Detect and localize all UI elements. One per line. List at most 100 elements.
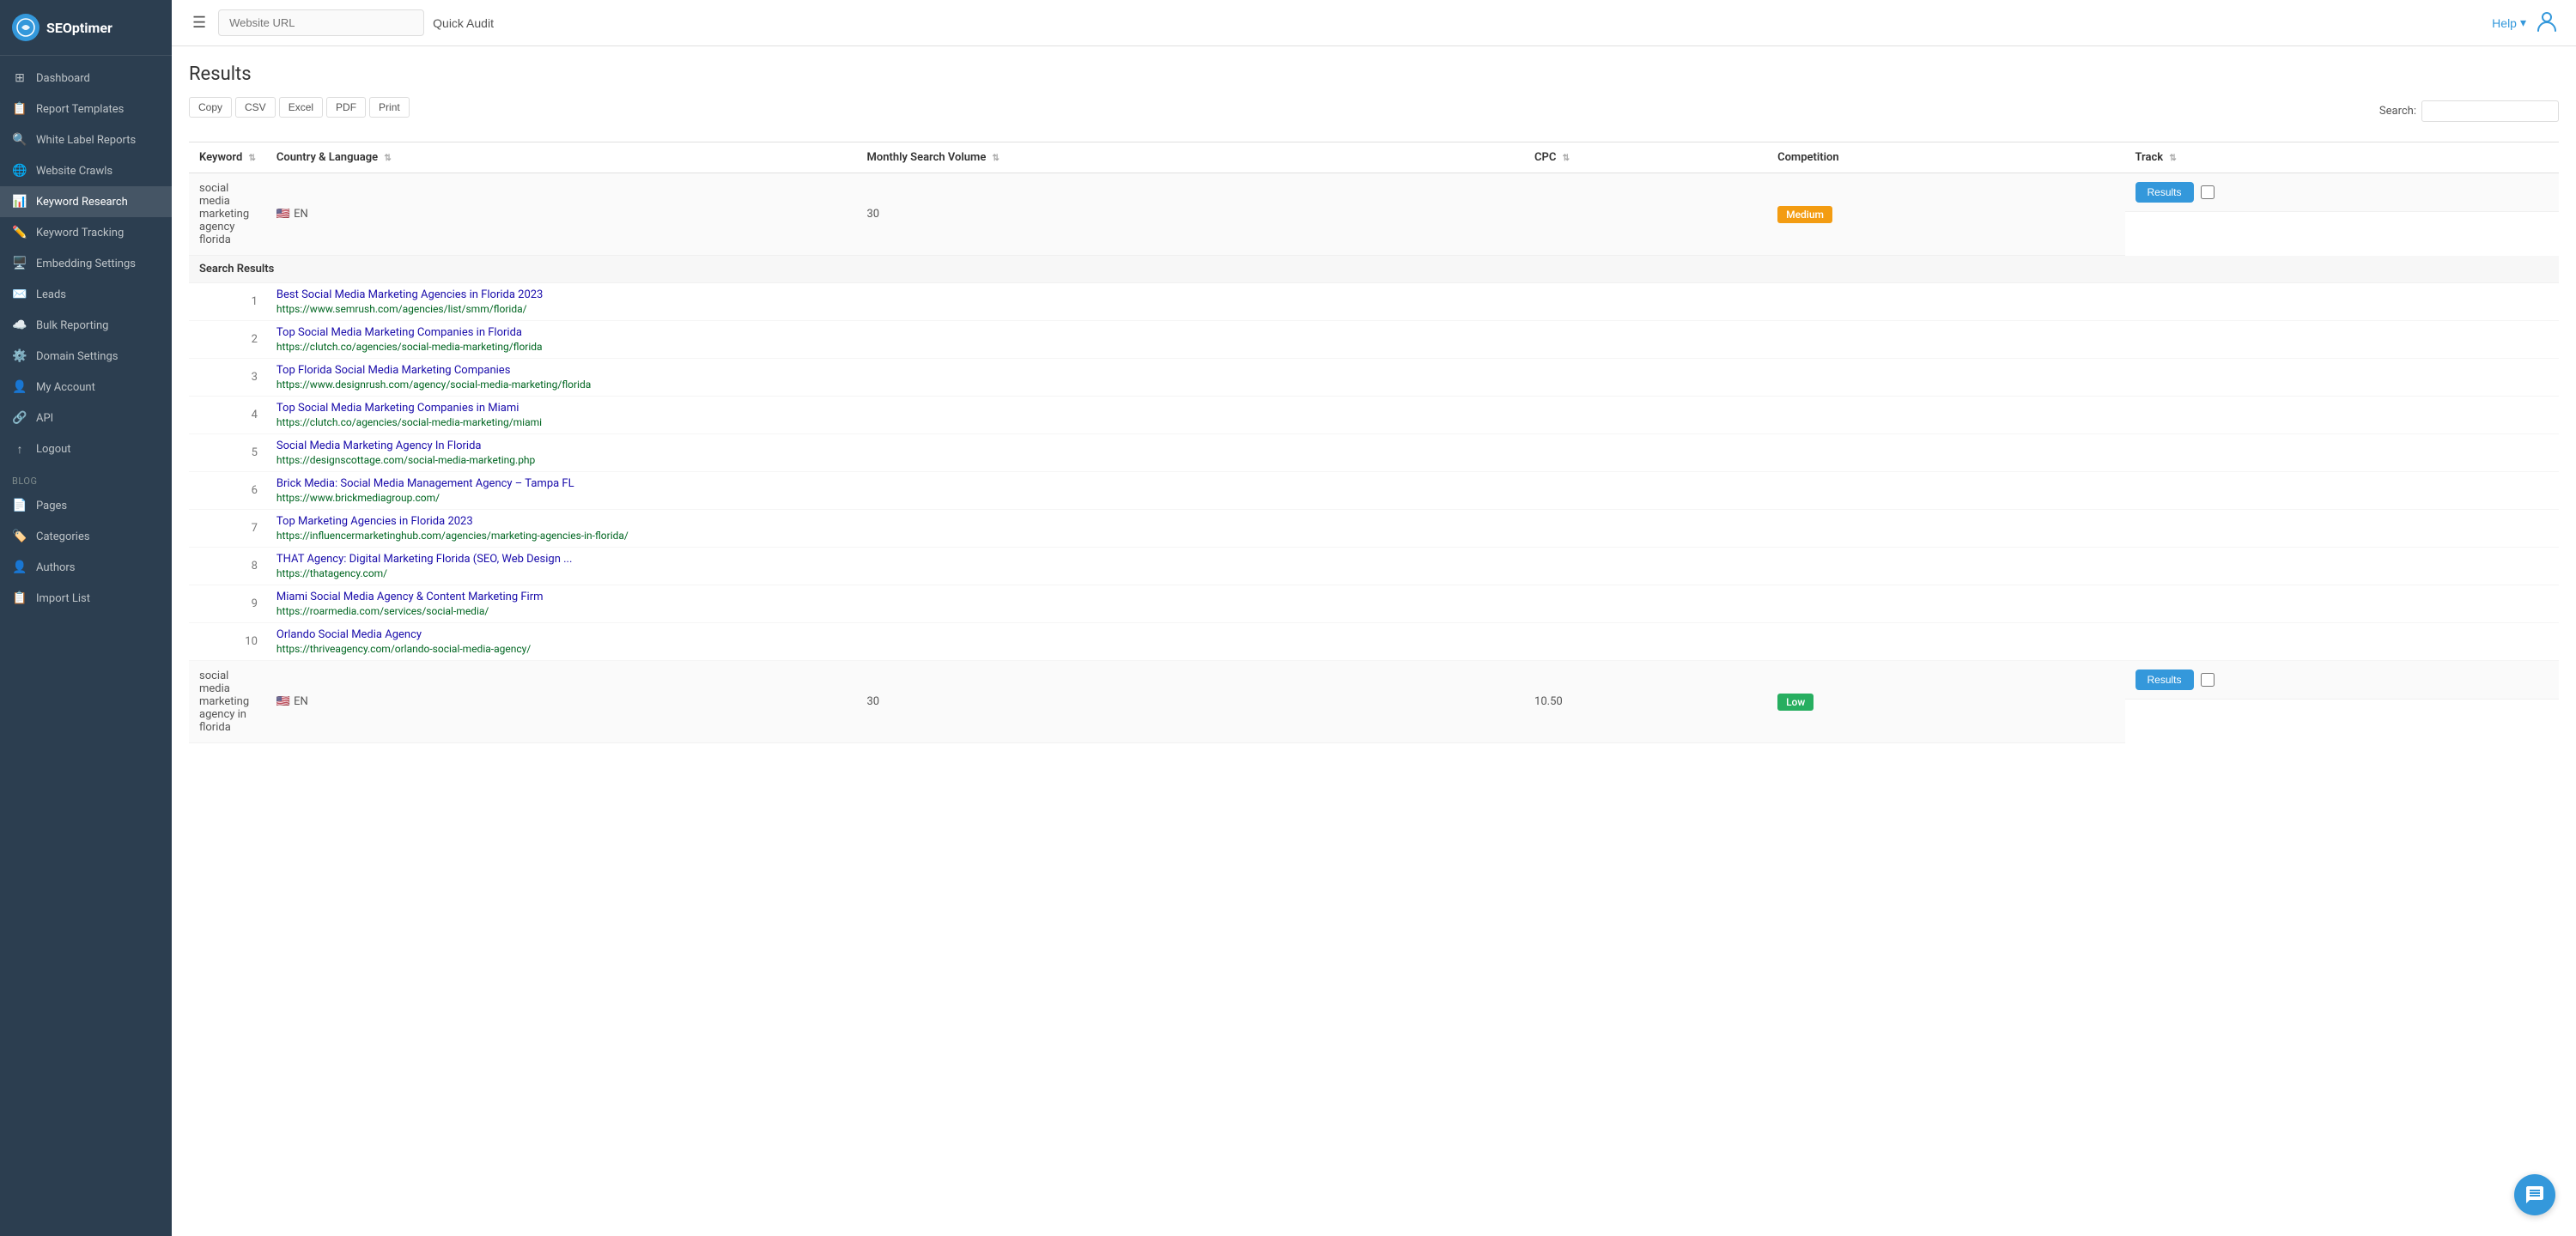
- keyword-cell: social media marketing agency florida: [189, 173, 266, 256]
- search-label: Search:: [2379, 105, 2416, 118]
- col-cpc[interactable]: CPC ⇅: [1524, 142, 1767, 173]
- sidebar-item-domain-settings[interactable]: ⚙️ Domain Settings: [0, 341, 172, 372]
- quick-audit-button[interactable]: Quick Audit: [433, 16, 494, 30]
- search-result-row: 7 Top Marketing Agencies in Florida 2023…: [189, 510, 2559, 548]
- result-content: Top Marketing Agencies in Florida 2023 h…: [266, 510, 2559, 548]
- table-search-input[interactable]: [2421, 100, 2559, 122]
- sidebar-item-dashboard[interactable]: ⊞ Dashboard: [0, 63, 172, 94]
- result-title-link[interactable]: Top Social Media Marketing Companies in …: [276, 402, 2549, 415]
- sidebar-item-website-crawls[interactable]: 🌐 Website Crawls: [0, 155, 172, 186]
- chat-bubble[interactable]: [2514, 1174, 2555, 1215]
- result-number: 10: [189, 623, 266, 661]
- pdf-button[interactable]: PDF: [326, 97, 366, 118]
- sidebar-item-label: Logout: [36, 443, 71, 456]
- sidebar-item-bulk-reporting[interactable]: ☁️ Bulk Reporting: [0, 310, 172, 341]
- result-url-link[interactable]: https://www.designrush.com/agency/social…: [276, 379, 2549, 391]
- result-url-link[interactable]: https://roarmedia.com/services/social-me…: [276, 605, 2549, 617]
- result-content: Social Media Marketing Agency In Florida…: [266, 434, 2559, 472]
- sidebar-item-categories[interactable]: 🏷️ Categories: [0, 521, 172, 552]
- csv-button[interactable]: CSV: [235, 97, 276, 118]
- result-url-link[interactable]: https://www.brickmediagroup.com/: [276, 492, 2549, 504]
- result-url-link[interactable]: https://clutch.co/agencies/social-media-…: [276, 416, 2549, 428]
- result-content: Miami Social Media Agency & Content Mark…: [266, 585, 2559, 623]
- hamburger-button[interactable]: ☰: [189, 10, 210, 35]
- sidebar-item-label: Domain Settings: [36, 350, 118, 363]
- bulk-reporting-icon: ☁️: [12, 318, 27, 332]
- country-sort-icon[interactable]: ⇅: [384, 154, 391, 163]
- cpc-sort-icon[interactable]: ⇅: [1563, 154, 1570, 163]
- result-number: 8: [189, 548, 266, 585]
- result-title-link[interactable]: Social Media Marketing Agency In Florida: [276, 439, 2549, 452]
- sidebar-item-label: Import List: [36, 592, 90, 605]
- track-sort-icon[interactable]: ⇅: [2169, 154, 2176, 163]
- keyword-tracking-icon: ✏️: [12, 226, 27, 239]
- sidebar-item-white-label-reports[interactable]: 🔍 White Label Reports: [0, 124, 172, 155]
- sidebar-item-logout[interactable]: ↑ Logout: [0, 433, 172, 465]
- sidebar-item-leads[interactable]: ✉️ Leads: [0, 279, 172, 310]
- search-result-row: 8 THAT Agency: Digital Marketing Florida…: [189, 548, 2559, 585]
- col-keyword[interactable]: Keyword ⇅: [189, 142, 266, 173]
- result-url-link[interactable]: https://thriveagency.com/orlando-social-…: [276, 643, 2549, 655]
- sidebar-item-import-list[interactable]: 📋 Import List: [0, 583, 172, 614]
- logo-text: SEOptimer: [46, 20, 112, 36]
- sidebar: SEOptimer ⊞ Dashboard 📋 Report Templates…: [0, 0, 172, 1236]
- track-checkbox[interactable]: [2201, 185, 2215, 199]
- competition-cell: Medium: [1767, 173, 2124, 256]
- dashboard-icon: ⊞: [12, 71, 27, 85]
- sidebar-item-my-account[interactable]: 👤 My Account: [0, 372, 172, 403]
- cpc-cell: [1524, 173, 1767, 256]
- result-url-link[interactable]: https://www.semrush.com/agencies/list/sm…: [276, 303, 2549, 315]
- result-title-link[interactable]: Top Social Media Marketing Companies in …: [276, 326, 2549, 339]
- copy-button[interactable]: Copy: [189, 97, 232, 118]
- sidebar-item-label: API: [36, 412, 53, 425]
- categories-icon: 🏷️: [12, 530, 27, 543]
- excel-button[interactable]: Excel: [279, 97, 323, 118]
- results-table: Keyword ⇅ Country & Language ⇅ Monthly S…: [189, 142, 2559, 743]
- search-results-label: Search Results: [189, 256, 2559, 283]
- result-title-link[interactable]: Best Social Media Marketing Agencies in …: [276, 288, 2549, 301]
- result-url-link[interactable]: https://thatagency.com/: [276, 567, 2549, 579]
- track-checkbox[interactable]: [2201, 673, 2215, 687]
- result-url-link[interactable]: https://influencermarketinghub.com/agenc…: [276, 530, 2549, 542]
- result-content: Top Social Media Marketing Companies in …: [266, 321, 2559, 359]
- pages-icon: 📄: [12, 499, 27, 512]
- sidebar-item-keyword-tracking[interactable]: ✏️ Keyword Tracking: [0, 217, 172, 248]
- table-row: social media marketing agency in florida…: [189, 661, 2559, 743]
- msv-sort-icon[interactable]: ⇅: [993, 154, 999, 163]
- results-button[interactable]: Results: [2136, 670, 2194, 690]
- result-title-link[interactable]: Top Marketing Agencies in Florida 2023: [276, 515, 2549, 528]
- sidebar-item-report-templates[interactable]: 📋 Report Templates: [0, 94, 172, 124]
- result-title-link[interactable]: THAT Agency: Digital Marketing Florida (…: [276, 553, 2549, 566]
- result-content: THAT Agency: Digital Marketing Florida (…: [266, 548, 2559, 585]
- logout-icon: ↑: [12, 442, 27, 457]
- sidebar-item-authors[interactable]: 👤 Authors: [0, 552, 172, 583]
- url-input[interactable]: [218, 9, 424, 36]
- col-country-language[interactable]: Country & Language ⇅: [266, 142, 857, 173]
- search-result-row: 4 Top Social Media Marketing Companies i…: [189, 397, 2559, 434]
- col-track[interactable]: Track ⇅: [2125, 142, 2560, 173]
- sidebar-item-label: White Label Reports: [36, 134, 136, 147]
- user-icon-button[interactable]: [2535, 9, 2559, 38]
- keyword-sort-icon[interactable]: ⇅: [249, 154, 256, 163]
- sidebar-logo[interactable]: SEOptimer: [0, 0, 172, 56]
- sidebar-item-api[interactable]: 🔗 API: [0, 403, 172, 433]
- sidebar-item-pages[interactable]: 📄 Pages: [0, 490, 172, 521]
- print-button[interactable]: Print: [369, 97, 410, 118]
- help-button[interactable]: Help ▾: [2492, 15, 2526, 30]
- sidebar-item-embedding-settings[interactable]: 🖥️ Embedding Settings: [0, 248, 172, 279]
- sidebar-item-label: Website Crawls: [36, 165, 112, 178]
- results-button[interactable]: Results: [2136, 182, 2194, 203]
- result-number: 3: [189, 359, 266, 397]
- country-cell: 🇺🇸EN: [266, 661, 857, 743]
- col-monthly-search-volume[interactable]: Monthly Search Volume ⇅: [856, 142, 1524, 173]
- col-competition[interactable]: Competition: [1767, 142, 2124, 173]
- result-title-link[interactable]: Brick Media: Social Media Management Age…: [276, 477, 2549, 490]
- result-title-link[interactable]: Miami Social Media Agency & Content Mark…: [276, 591, 2549, 603]
- sidebar-item-keyword-research[interactable]: 📊 Keyword Research: [0, 186, 172, 217]
- keyword-cell: social media marketing agency in florida: [189, 661, 266, 743]
- result-url-link[interactable]: https://clutch.co/agencies/social-media-…: [276, 341, 2549, 353]
- result-url-link[interactable]: https://designscottage.com/social-media-…: [276, 454, 2549, 466]
- result-title-link[interactable]: Orlando Social Media Agency: [276, 628, 2549, 641]
- result-title-link[interactable]: Top Florida Social Media Marketing Compa…: [276, 364, 2549, 377]
- result-content: Top Social Media Marketing Companies in …: [266, 397, 2559, 434]
